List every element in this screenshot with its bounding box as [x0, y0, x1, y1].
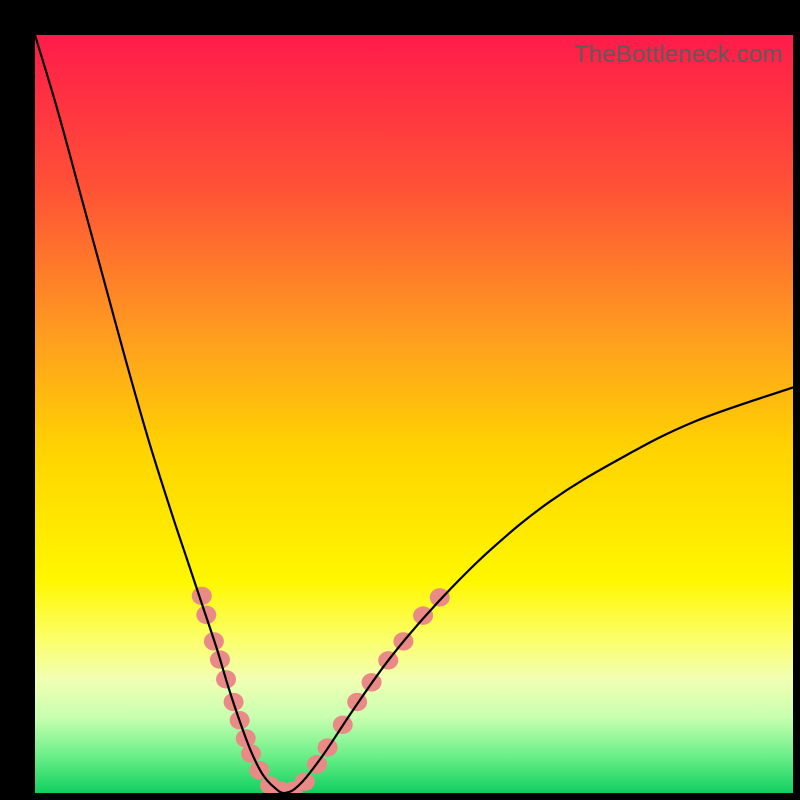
marker-dot: [295, 772, 315, 790]
bottleneck-curve: [35, 35, 793, 793]
chart-frame: TheBottleneck.com: [0, 0, 800, 800]
marker-dots-group: [192, 587, 450, 793]
curve-layer: [35, 35, 793, 793]
watermark-text: TheBottleneck.com: [574, 41, 783, 69]
marker-dot: [430, 588, 450, 606]
plot-area: TheBottleneck.com: [35, 35, 793, 793]
